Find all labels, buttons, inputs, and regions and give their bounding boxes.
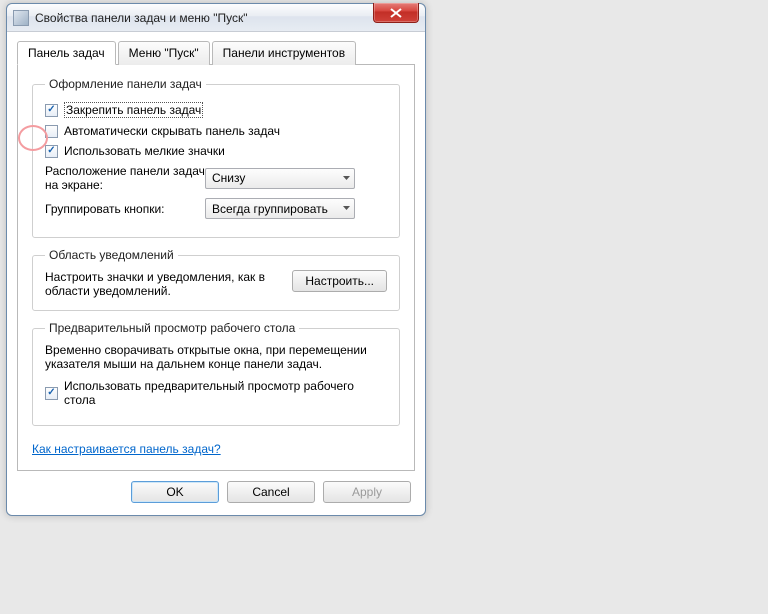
tab-toolbars[interactable]: Панели инструментов — [212, 41, 356, 65]
tab-start-menu[interactable]: Меню "Пуск" — [118, 41, 210, 65]
group-desktop-preview-legend: Предварительный просмотр рабочего стола — [45, 321, 299, 335]
tab-page-taskbar: Оформление панели задач Закрепить панель… — [17, 64, 415, 471]
checkbox-autohide-taskbar[interactable] — [45, 125, 58, 138]
group-notification-area: Область уведомлений Настроить значки и у… — [32, 248, 400, 311]
tab-start-menu-label: Меню "Пуск" — [129, 46, 199, 60]
apply-button-label: Apply — [352, 485, 382, 499]
tab-taskbar[interactable]: Панель задач — [17, 41, 116, 65]
chevron-down-icon — [343, 175, 350, 182]
cancel-button-label: Cancel — [252, 485, 289, 499]
dropdown-group-buttons[interactable]: Всегда группировать — [205, 198, 355, 219]
client-area: Панель задач Меню "Пуск" Панели инструме… — [7, 32, 425, 515]
checkbox-autohide-taskbar-label[interactable]: Автоматически скрывать панель задач — [64, 124, 280, 138]
checkbox-desktop-preview[interactable] — [45, 387, 58, 400]
tab-strip: Панель задач Меню "Пуск" Панели инструме… — [17, 40, 415, 65]
taskbar-properties-window: Свойства панели задач и меню "Пуск" Пане… — [6, 3, 426, 516]
customize-button[interactable]: Настроить... — [292, 270, 387, 292]
checkbox-lock-taskbar-label[interactable]: Закрепить панель задач — [64, 102, 203, 118]
dropdown-taskbar-location[interactable]: Снизу — [205, 168, 355, 189]
apply-button[interactable]: Apply — [323, 481, 411, 503]
label-taskbar-location: Расположение панели задач на экране: — [45, 164, 205, 192]
help-link-taskbar[interactable]: Как настраивается панель задач? — [32, 442, 221, 456]
checkbox-small-icons[interactable] — [45, 145, 58, 158]
ok-button[interactable]: OK — [131, 481, 219, 503]
checkbox-lock-taskbar[interactable] — [45, 104, 58, 117]
chevron-down-icon — [343, 205, 350, 212]
app-icon — [13, 10, 29, 26]
group-taskbar-appearance-legend: Оформление панели задач — [45, 77, 206, 91]
tab-toolbars-label: Панели инструментов — [223, 46, 345, 60]
dialog-buttons: OK Cancel Apply — [17, 471, 415, 505]
dropdown-taskbar-location-value: Снизу — [212, 171, 245, 185]
titlebar[interactable]: Свойства панели задач и меню "Пуск" — [7, 4, 425, 32]
dropdown-group-buttons-value: Всегда группировать — [212, 202, 328, 216]
group-desktop-preview: Предварительный просмотр рабочего стола … — [32, 321, 400, 426]
close-icon — [390, 8, 402, 18]
tab-taskbar-label: Панель задач — [28, 46, 105, 60]
checkbox-small-icons-label[interactable]: Использовать мелкие значки — [64, 144, 225, 158]
checkbox-desktop-preview-label[interactable]: Использовать предварительный просмотр ра… — [64, 379, 387, 407]
label-group-buttons: Группировать кнопки: — [45, 202, 205, 216]
desktop-preview-text: Временно сворачивать открытые окна, при … — [45, 343, 387, 371]
customize-button-label: Настроить... — [305, 274, 374, 288]
close-button[interactable] — [373, 3, 419, 23]
window-title: Свойства панели задач и меню "Пуск" — [35, 11, 248, 25]
notification-area-text: Настроить значки и уведомления, как в об… — [45, 270, 280, 298]
ok-button-label: OK — [166, 485, 183, 499]
group-taskbar-appearance: Оформление панели задач Закрепить панель… — [32, 77, 400, 238]
help-link-taskbar-label: Как настраивается панель задач? — [32, 442, 221, 456]
cancel-button[interactable]: Cancel — [227, 481, 315, 503]
group-notification-area-legend: Область уведомлений — [45, 248, 178, 262]
